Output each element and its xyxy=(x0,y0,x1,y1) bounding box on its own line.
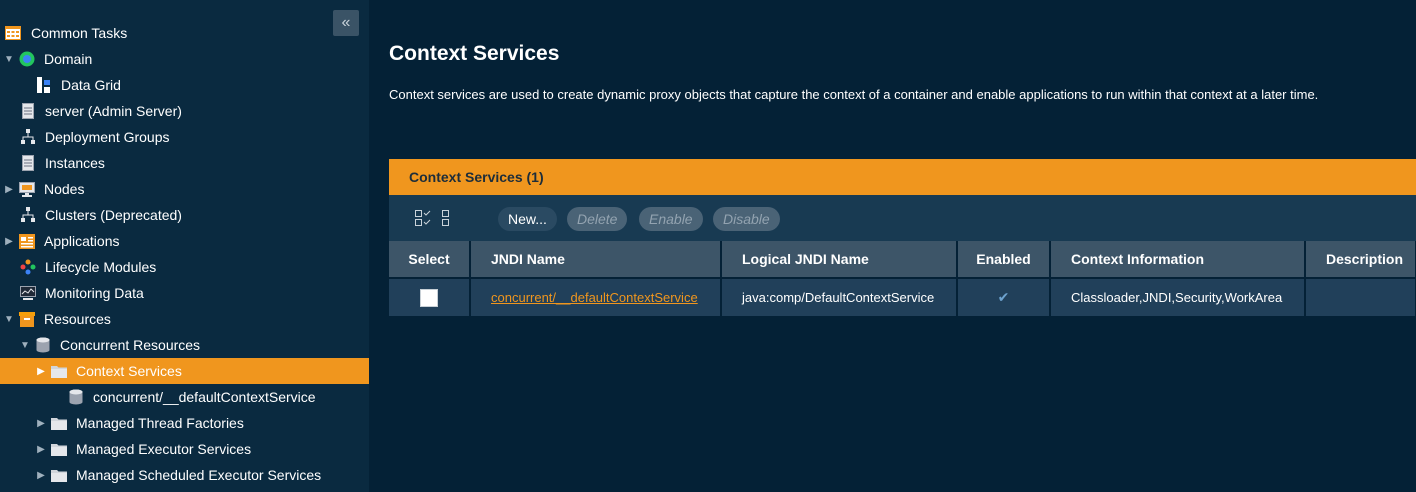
checkmark-icon: ✔ xyxy=(997,289,1010,305)
tree-item-label: Managed Thread Factories xyxy=(76,415,244,431)
tree-item-label: Deployment Groups xyxy=(45,129,170,145)
tree-item-label: Lifecycle Modules xyxy=(45,259,157,275)
tree-item-label: Resources xyxy=(44,311,111,327)
chevron-right-icon[interactable]: ▶ xyxy=(36,418,46,429)
row-select-checkbox[interactable] xyxy=(420,288,438,307)
table-title-label: Context Services (1) xyxy=(409,169,544,185)
calendar-icon xyxy=(4,24,22,42)
chevron-right-icon[interactable]: ▶ xyxy=(36,470,46,481)
tree-item-label: Nodes xyxy=(44,181,85,197)
tree-item-managed-executor-services[interactable]: ▶ Managed Executor Services xyxy=(0,436,369,462)
hierarchy-icon xyxy=(19,206,37,224)
tree-item-label: Clusters (Deprecated) xyxy=(45,207,182,223)
deselect-all-icon[interactable] xyxy=(440,208,452,228)
box-icon xyxy=(18,310,36,328)
folder-icon xyxy=(50,414,68,432)
context-services-table: Select JNDI Name Logical JNDI Name Enabl… xyxy=(389,241,1416,316)
tree-item-label: Context Services xyxy=(76,363,182,379)
applications-icon xyxy=(18,232,36,250)
chevron-right-icon[interactable]: ▶ xyxy=(4,184,14,195)
table-row: concurrent/__defaultContextService java:… xyxy=(389,278,1416,316)
globe-icon xyxy=(18,50,36,68)
column-header-jndi-name[interactable]: JNDI Name xyxy=(470,241,722,279)
enable-button[interactable]: Enable xyxy=(639,207,703,231)
description-cell xyxy=(1305,278,1416,316)
lifecycle-icon xyxy=(19,258,37,276)
column-header-context-information[interactable]: Context Information xyxy=(1050,241,1306,279)
tree-item-label: Concurrent Resources xyxy=(60,337,201,353)
column-header-enabled[interactable]: Enabled xyxy=(957,241,1051,279)
hierarchy-icon xyxy=(19,128,37,146)
tree-item-managed-scheduled-executor-services[interactable]: ▶ Managed Scheduled Executor Services xyxy=(0,462,369,488)
column-header-logical-jndi-name[interactable]: Logical JNDI Name xyxy=(721,241,958,279)
chevron-right-icon[interactable]: ▶ xyxy=(4,236,14,247)
monitoring-icon xyxy=(19,284,37,302)
tree-item-clusters[interactable]: Clusters (Deprecated) xyxy=(0,202,369,228)
folder-icon xyxy=(50,466,68,484)
server-icon xyxy=(19,102,37,120)
tree-item-label: Domain xyxy=(44,51,93,67)
chevron-down-icon[interactable]: ▼ xyxy=(20,340,30,351)
folder-icon xyxy=(50,362,68,380)
tree-item-data-grid[interactable]: Data Grid xyxy=(0,72,369,98)
table-title: Context Services (1) xyxy=(389,159,1416,195)
jndi-name-link[interactable]: concurrent/__defaultContextService xyxy=(491,290,698,305)
tree-item-label: concurrent/__defaultContextService xyxy=(93,389,316,405)
chevron-down-icon[interactable]: ▼ xyxy=(4,314,14,325)
tree-item-label: Applications xyxy=(44,233,120,249)
server-icon xyxy=(19,154,37,172)
tree-item-domain[interactable]: ▼ Domain xyxy=(0,46,369,72)
tree-item-instances[interactable]: Instances xyxy=(0,150,369,176)
tree-item-label: Managed Executor Services xyxy=(76,441,252,457)
tree-item-monitoring-data[interactable]: Monitoring Data xyxy=(0,280,369,306)
tree-item-lifecycle-modules[interactable]: Lifecycle Modules xyxy=(0,254,369,280)
tree-item-concurrent-resources[interactable]: ▼ Concurrent Resources xyxy=(0,332,369,358)
tree-item-nodes[interactable]: ▶ Nodes xyxy=(0,176,369,202)
tree-item-deployment-groups[interactable]: Deployment Groups xyxy=(0,124,369,150)
select-cell xyxy=(389,278,471,316)
page-title: Context Services xyxy=(389,42,560,65)
enabled-cell: ✔ xyxy=(957,278,1051,316)
table-toolbar: New... Delete Enable Disable xyxy=(389,195,1416,241)
database-icon xyxy=(34,336,52,354)
tree-item-label: Common Tasks xyxy=(31,25,128,41)
jndi-name-cell: concurrent/__defaultContextService xyxy=(470,278,722,316)
column-header-description[interactable]: Description xyxy=(1305,241,1416,279)
data-grid-icon xyxy=(35,76,53,94)
table-header-row: Select JNDI Name Logical JNDI Name Enabl… xyxy=(389,241,1416,279)
disable-button[interactable]: Disable xyxy=(713,207,780,231)
new-button[interactable]: New... xyxy=(498,207,557,231)
monitor-icon xyxy=(18,180,36,198)
main-content: Context Services Context services are us… xyxy=(389,0,1416,492)
chevron-down-icon[interactable]: ▼ xyxy=(4,54,14,65)
select-all-icon[interactable] xyxy=(414,208,432,228)
tree-item-context-services[interactable]: ▶ Context Services xyxy=(0,358,369,384)
tree-item-resources[interactable]: ▼ Resources xyxy=(0,306,369,332)
tree-item-label: Managed Scheduled Executor Services xyxy=(76,467,322,483)
tree-item-label: Instances xyxy=(45,155,105,171)
tree-item-default-context-service[interactable]: concurrent/__defaultContextService xyxy=(0,384,369,410)
tree-item-label: server (Admin Server) xyxy=(45,103,182,119)
chevron-right-icon[interactable]: ▶ xyxy=(36,444,46,455)
context-information-cell: Classloader,JNDI,Security,WorkArea xyxy=(1050,278,1306,316)
logical-jndi-name-cell: java:comp/DefaultContextService xyxy=(721,278,958,316)
tree-item-applications[interactable]: ▶ Applications xyxy=(0,228,369,254)
tree-item-label: Data Grid xyxy=(61,77,121,93)
column-header-select[interactable]: Select xyxy=(389,241,471,279)
folder-icon xyxy=(50,440,68,458)
chevron-right-icon[interactable]: ▶ xyxy=(36,366,46,377)
delete-button[interactable]: Delete xyxy=(567,207,628,231)
tree-item-managed-thread-factories[interactable]: ▶ Managed Thread Factories xyxy=(0,410,369,436)
tree-item-server[interactable]: server (Admin Server) xyxy=(0,98,369,124)
tree-item-label: Monitoring Data xyxy=(45,285,144,301)
database-icon xyxy=(67,388,85,406)
tree-item-common-tasks[interactable]: Common Tasks xyxy=(0,20,369,46)
navigation-tree: « Common Tasks ▼ Domain Data Grid server… xyxy=(0,0,369,492)
page-description: Context services are used to create dyna… xyxy=(389,87,1319,102)
